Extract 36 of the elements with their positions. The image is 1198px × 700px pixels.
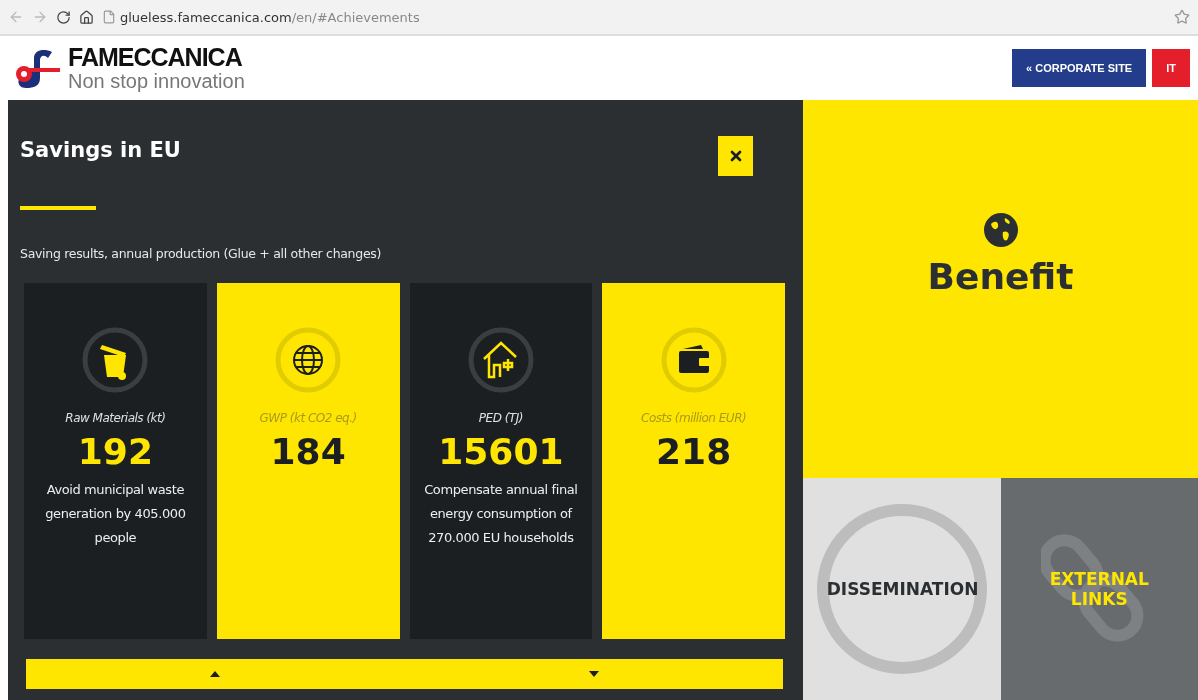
brand-name: FAMECCANICA <box>68 44 243 70</box>
bin-icon <box>82 327 149 393</box>
down-triangle-icon <box>588 671 599 677</box>
dissemination-tile[interactable]: DISSEMINATION <box>803 478 1001 700</box>
external-links-tile[interactable]: EXTERNAL LINKS <box>1000 478 1198 700</box>
globe-icon <box>275 327 342 393</box>
wallet-icon <box>660 327 727 393</box>
stat-label: PED (TJ) <box>478 411 523 425</box>
stat-note: Compensate annual final energy consumption of 270.000 EU households <box>423 481 579 547</box>
tagline: Non stop innovation <box>68 69 246 92</box>
language-button[interactable]: IT <box>1152 49 1190 87</box>
corporate-site-button[interactable]: « CORPORATE SITE <box>1012 49 1147 87</box>
stat-label: GWP (kt CO2 eq.) <box>259 411 357 425</box>
stat-label: Raw Materials (kt) <box>65 411 166 425</box>
benefit-title: Benefit <box>927 256 1074 297</box>
stat-note: Avoid municipal waste generation by 405.000 people <box>44 481 187 547</box>
url-host[interactable]: glueless.fameccanica.com <box>120 9 292 25</box>
bookmark-star-icon[interactable] <box>1174 9 1190 25</box>
reload-icon[interactable] <box>56 9 71 25</box>
stat-value: 192 <box>77 431 153 472</box>
dissemination-title: DISSEMINATION <box>826 579 977 599</box>
up-triangle-icon <box>210 671 221 677</box>
stat-value: 218 <box>656 431 732 472</box>
globe-icon <box>982 212 1019 248</box>
page-icon <box>102 10 116 24</box>
close-button[interactable] <box>718 136 753 176</box>
ring-icon <box>815 503 988 675</box>
external-links-title: EXTERNAL LINKS <box>1048 569 1150 609</box>
panel-subtitle: Saving results, annual production (Glue + all other changes) <box>20 246 383 261</box>
home-icon[interactable] <box>79 9 94 25</box>
stat-value: 15601 <box>438 431 564 472</box>
benefit-tile[interactable]: Benefit <box>803 100 1198 478</box>
stat-value: 184 <box>270 431 346 472</box>
stat-label: Costs (million EUR) <box>641 411 747 425</box>
house-plug-icon <box>467 327 534 393</box>
panel-title: Savings in EU <box>20 138 181 162</box>
